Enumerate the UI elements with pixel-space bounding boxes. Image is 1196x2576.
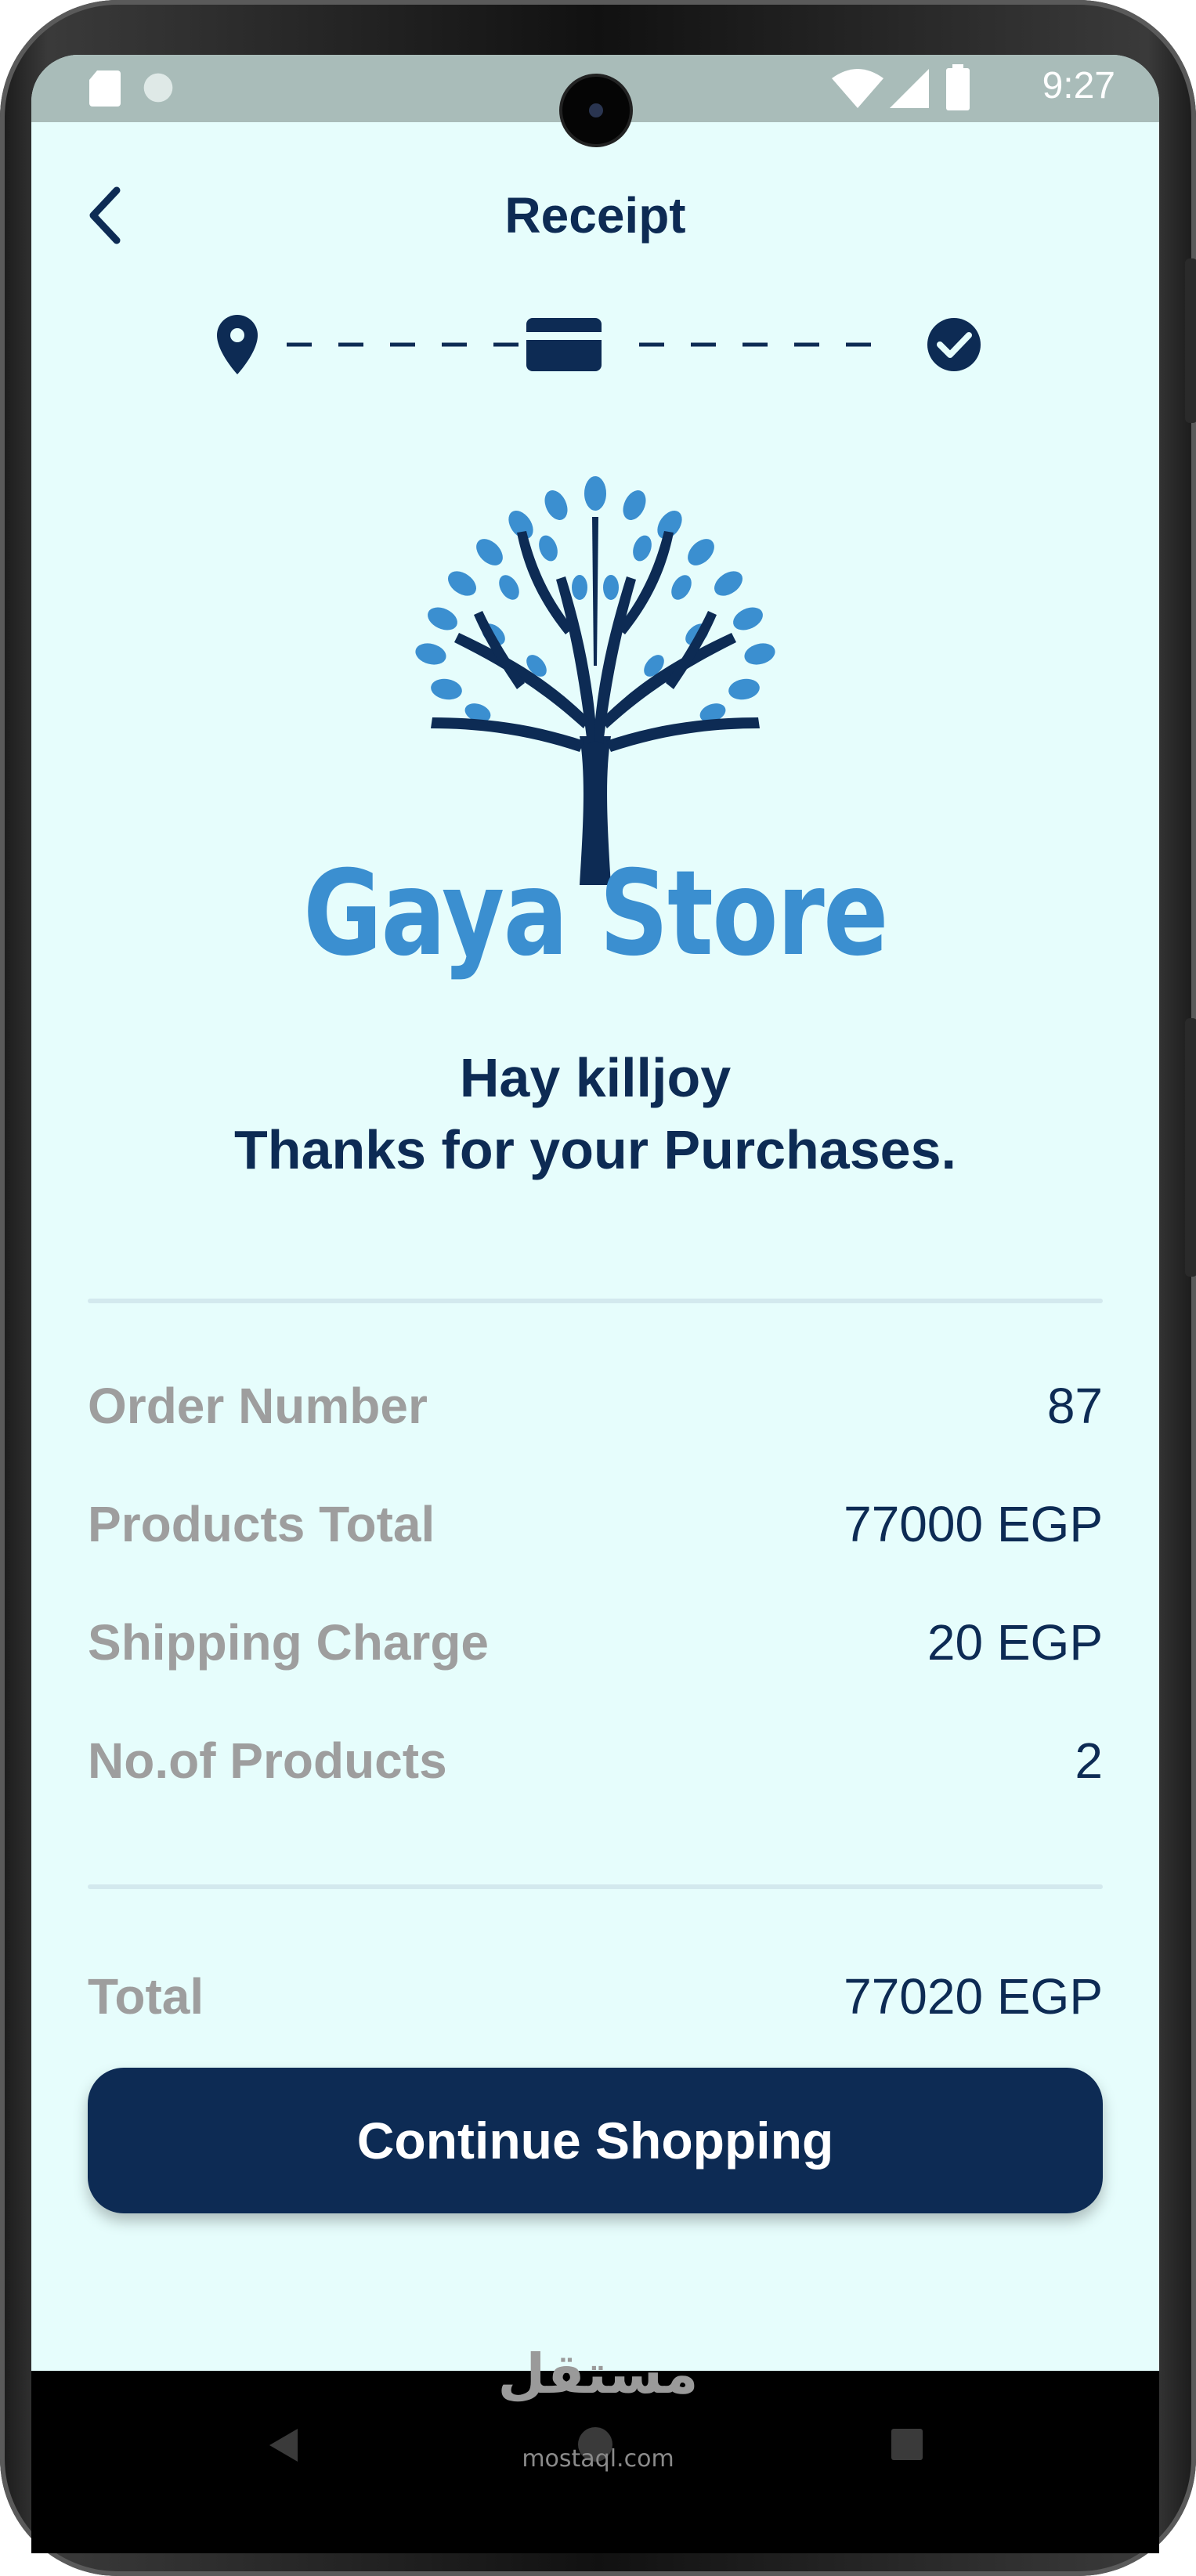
watermark-logo: مستقل — [497, 2342, 699, 2406]
row-label: No.of Products — [88, 1732, 447, 1789]
row-value: 20 EGP — [927, 1614, 1103, 1671]
power-button — [1185, 258, 1196, 423]
sd-card-icon — [89, 70, 121, 107]
row-label: Order Number — [88, 1378, 428, 1434]
summary-row-products-total: Products Total 77000 EGP — [88, 1485, 1103, 1563]
total-value: 77020 EGP — [844, 1968, 1103, 2025]
row-value: 87 — [1046, 1378, 1103, 1434]
circle-notification-icon — [143, 73, 173, 103]
total-label: Total — [88, 1968, 204, 2025]
summary-row-order-number: Order Number 87 — [88, 1367, 1103, 1445]
greeting-line-1: Hay killjoy — [459, 1047, 732, 1108]
greeting-line-2: Thanks for your Purchases. — [234, 1119, 956, 1180]
divider-top — [88, 1299, 1103, 1303]
signal-icon — [890, 69, 929, 108]
check-circle-icon — [927, 318, 981, 371]
summary-row-shipping-charge: Shipping Charge 20 EGP — [88, 1603, 1103, 1682]
page-title: Receipt — [504, 187, 686, 244]
tree-logo-icon — [415, 476, 775, 885]
row-label: Shipping Charge — [88, 1614, 489, 1671]
location-pin-icon — [217, 315, 258, 374]
summary-row-total: Total 77020 EGP — [88, 1957, 1103, 2036]
divider-bottom — [88, 1884, 1103, 1889]
battery-icon — [946, 64, 970, 110]
status-time: 9:27 — [1042, 65, 1115, 107]
volume-button — [1185, 1018, 1196, 1277]
credit-card-icon — [526, 318, 602, 371]
checkout-stepper — [217, 315, 981, 374]
wifi-icon — [832, 69, 883, 108]
continue-shopping-button[interactable]: Continue Shopping — [88, 2068, 1103, 2213]
row-value: 2 — [1075, 1732, 1103, 1789]
watermark-url: mostaql.com — [522, 2445, 674, 2473]
brand-name: Gaya Store — [303, 846, 888, 982]
screen: 9:27 Receipt Gaya Store Hay killjoy Than… — [31, 55, 1159, 2553]
phone-frame: 9:27 Receipt Gaya Store Hay killjoy Than… — [0, 0, 1196, 2576]
app-header: Receipt — [31, 172, 1159, 258]
row-value: 77000 EGP — [844, 1496, 1103, 1552]
summary-row-product-count: No.of Products 2 — [88, 1722, 1103, 1800]
row-label: Products Total — [88, 1496, 435, 1552]
greeting: Hay killjoy Thanks for your Purchases. — [31, 1042, 1159, 1186]
front-camera — [562, 77, 630, 144]
